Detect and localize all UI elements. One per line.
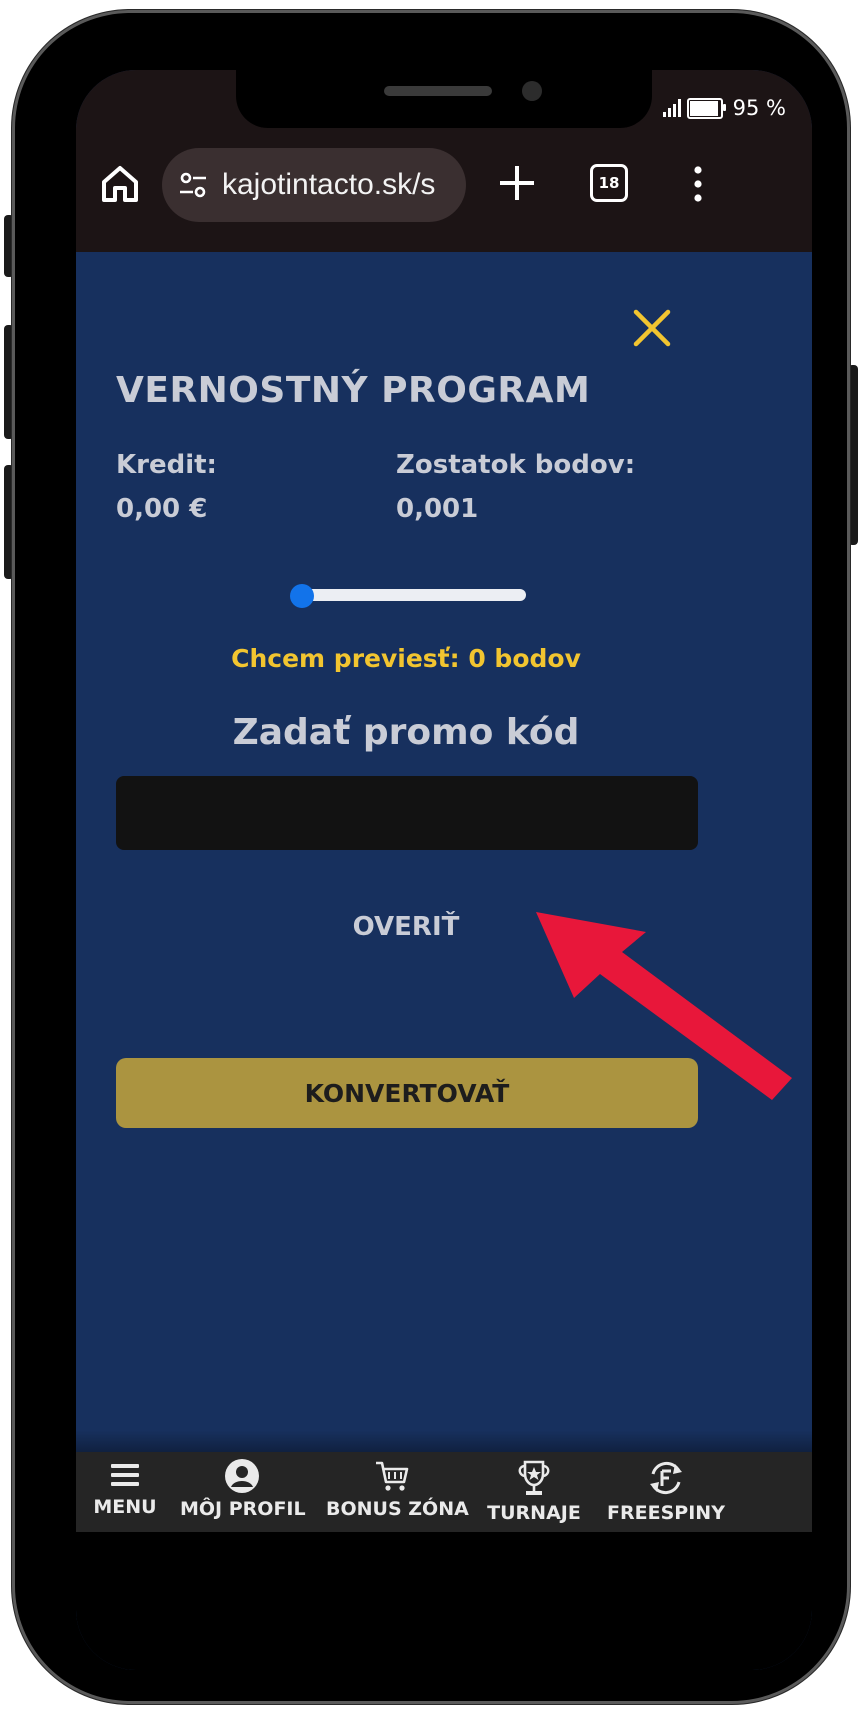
battery-icon — [686, 97, 726, 119]
promo-code-heading: Zadať promo kód — [232, 712, 580, 753]
more-vert-icon[interactable] — [688, 164, 708, 204]
trophy-icon — [518, 1460, 550, 1495]
browser-topbar: 95 % kajotintacto.sk/s 18 — [76, 70, 812, 252]
phone-frame: 95 % kajotintacto.sk/s 18 VERNOSTNÝ PROG… — [12, 10, 850, 1704]
screen-bottom-bezel — [76, 1532, 812, 1670]
tabs-icon[interactable]: 18 — [590, 164, 628, 202]
nav-item-freespins[interactable]: FREESPINY — [606, 1458, 726, 1524]
front-camera — [522, 81, 542, 101]
points-label: Zostatok bodov: — [396, 450, 636, 480]
address-bar[interactable]: kajotintacto.sk/s — [162, 148, 466, 222]
close-icon[interactable] — [632, 308, 672, 348]
cart-icon — [376, 1461, 409, 1491]
modal-title: VERNOSTNÝ PROGRAM — [116, 370, 591, 411]
speaker-grille — [384, 86, 492, 96]
annotation-arrow-icon — [536, 912, 792, 1100]
nav-item-menu[interactable]: MENU — [90, 1458, 160, 1518]
phone-screen: 95 % kajotintacto.sk/s 18 VERNOSTNÝ PROG… — [76, 70, 812, 1670]
tab-count: 18 — [598, 174, 620, 192]
signal-icon — [662, 99, 681, 117]
points-slider[interactable] — [290, 584, 526, 608]
home-icon[interactable] — [98, 162, 142, 206]
battery-percent: 95 % — [732, 96, 786, 120]
nav-label-profile: MÔJ PROFIL — [180, 1498, 306, 1520]
nav-label-bonus: BONUS ZÓNA — [326, 1498, 469, 1520]
credit-value: 0,00 € — [116, 494, 208, 524]
promo-code-input[interactable] — [116, 776, 698, 850]
camera-notch — [236, 70, 652, 128]
nav-shadow — [76, 1430, 812, 1454]
nav-label-freespins: FREESPINY — [607, 1502, 725, 1524]
slider-thumb[interactable] — [290, 584, 314, 608]
points-value: 0,001 — [396, 494, 479, 524]
convert-button-label: KONVERTOVAŤ — [304, 1078, 510, 1108]
slider-track — [296, 589, 526, 601]
credit-label: Kredit: — [116, 450, 217, 480]
nav-item-profile[interactable]: MÔJ PROFIL — [180, 1458, 306, 1520]
freespin-icon — [650, 1461, 682, 1495]
browser-toolbar: kajotintacto.sk/s 18 — [76, 142, 812, 228]
menu-icon — [111, 1464, 139, 1486]
url-text: kajotintacto.sk/s — [222, 168, 436, 201]
profile-icon — [225, 1459, 259, 1493]
nav-item-tournaments[interactable]: TURNAJE — [482, 1458, 586, 1524]
page: 95 % kajotintacto.sk/s 18 VERNOSTNÝ PROG… — [0, 0, 865, 1717]
bottom-nav: MENU MÔJ PROFIL BONUS ZÓNA TURNAJE FREES… — [76, 1452, 812, 1532]
nav-label-menu: MENU — [93, 1496, 157, 1518]
site-settings-icon[interactable] — [178, 170, 208, 200]
status-bar-right: 95 % — [662, 96, 786, 120]
nav-label-tournaments: TURNAJE — [487, 1502, 581, 1524]
transfer-amount-text: Chcem previesť: 0 bodov — [231, 644, 581, 673]
nav-item-bonus[interactable]: BONUS ZÓNA — [326, 1458, 469, 1520]
plus-icon[interactable] — [496, 162, 538, 204]
